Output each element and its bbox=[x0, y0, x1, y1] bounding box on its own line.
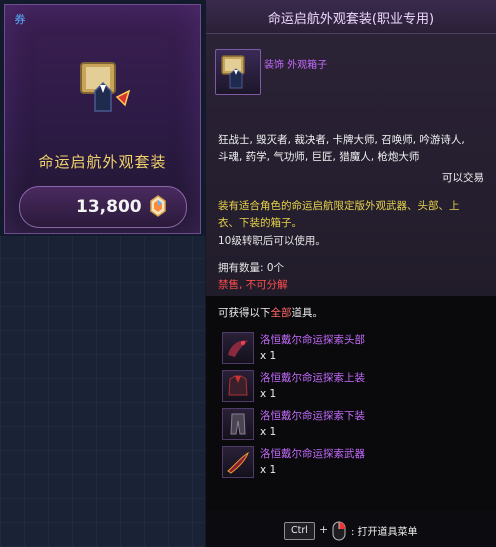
coupon-badge: 券 bbox=[14, 13, 26, 26]
reward-quantity: x 1 bbox=[260, 464, 277, 476]
reward-quantity: x 1 bbox=[260, 350, 277, 362]
owned-quantity: 拥有数量: 0个 bbox=[218, 262, 285, 274]
ctrl-key: Ctrl bbox=[284, 522, 315, 540]
background-panel bbox=[0, 236, 205, 547]
reward-name: 洛恒戴尔命运探索下装 bbox=[260, 410, 365, 422]
obtain-prefix: 可获得以下 bbox=[218, 307, 271, 319]
reward-quantity: x 1 bbox=[260, 388, 277, 400]
tooltip-footer: Ctrl + : 打开道具菜单 bbox=[206, 510, 496, 547]
gem-icon bbox=[148, 195, 168, 217]
reward-name: 洛恒戴尔命运探索头部 bbox=[260, 334, 365, 346]
reward-quantity: x 1 bbox=[260, 426, 277, 438]
tooltip-title: 命运启航外观套装(职业专用) bbox=[267, 12, 435, 27]
restriction-no-sell: 禁售 bbox=[218, 279, 239, 291]
weapon-icon bbox=[222, 446, 254, 478]
item-card[interactable]: 券 命运启航外观套装 13,800 bbox=[4, 4, 201, 234]
price-bar[interactable]: 13,800 bbox=[19, 186, 187, 228]
reward-item[interactable]: 洛恒戴尔命运探索头部 x 1 bbox=[222, 332, 482, 370]
description-line-2: 衣、下装的箱子。 bbox=[218, 217, 302, 229]
class-list-1: 狂战士, 毁灭者, 裁决者, 卡牌大师, 召唤师, 吟游诗人, bbox=[218, 134, 465, 146]
level-requirement: 10级转职后可以使用。 bbox=[218, 235, 326, 247]
reward-name: 洛恒戴尔命运探索上装 bbox=[260, 372, 365, 384]
open-item-menu-hint: : 打开道具菜单 bbox=[351, 527, 418, 538]
top-armor-icon bbox=[222, 370, 254, 402]
price-value: 13,800 bbox=[76, 197, 142, 217]
reward-section: 可获得以下全部道具。 洛恒戴尔命运探索头部 x 1 洛恒戴尔命运探索上装 x 1… bbox=[206, 296, 496, 510]
plus-sign: + bbox=[319, 523, 329, 536]
obtain-suffix: 道具。 bbox=[291, 307, 324, 319]
item-title: 命运启航外观套装 bbox=[38, 153, 167, 171]
mouse-right-click-icon bbox=[332, 521, 346, 541]
helmet-icon bbox=[222, 332, 254, 364]
obtain-label: 可获得以下全部道具。 bbox=[218, 305, 323, 320]
costume-box-icon bbox=[215, 49, 261, 95]
reward-item[interactable]: 洛恒戴尔命运探索武器 x 1 bbox=[222, 446, 482, 484]
reward-item[interactable]: 洛恒戴尔命运探索上装 x 1 bbox=[222, 370, 482, 408]
tooltip-header: 命运启航外观套装(职业专用) bbox=[206, 0, 496, 34]
restriction-text: 禁售, 不可分解 bbox=[218, 277, 288, 292]
obtain-highlight: 全部 bbox=[270, 307, 292, 319]
item-tooltip: 命运启航外观套装(职业专用) 装饰 外观箱子 狂战士, 毁灭者, 裁决者, 卡牌… bbox=[206, 0, 496, 547]
tradable-label: 可以交易 bbox=[442, 172, 484, 184]
costume-box-icon bbox=[73, 53, 139, 119]
description-line-1: 装有适合角色的命运启航限定版外观武器、头部、上 bbox=[218, 200, 460, 212]
restriction-no-dismantle: , 不可分解 bbox=[239, 279, 288, 291]
reward-name: 洛恒戴尔命运探索武器 bbox=[260, 448, 365, 460]
pants-icon bbox=[222, 408, 254, 440]
reward-item[interactable]: 洛恒戴尔命运探索下装 x 1 bbox=[222, 408, 482, 446]
tooltip-details: 装饰 外观箱子 狂战士, 毁灭者, 裁决者, 卡牌大师, 召唤师, 吟游诗人, … bbox=[206, 34, 496, 296]
class-list-2: 斗魂, 药学, 气功师, 巨匠, 猎魔人, 枪炮大师 bbox=[218, 151, 420, 163]
item-type: 装饰 外观箱子 bbox=[264, 60, 328, 71]
